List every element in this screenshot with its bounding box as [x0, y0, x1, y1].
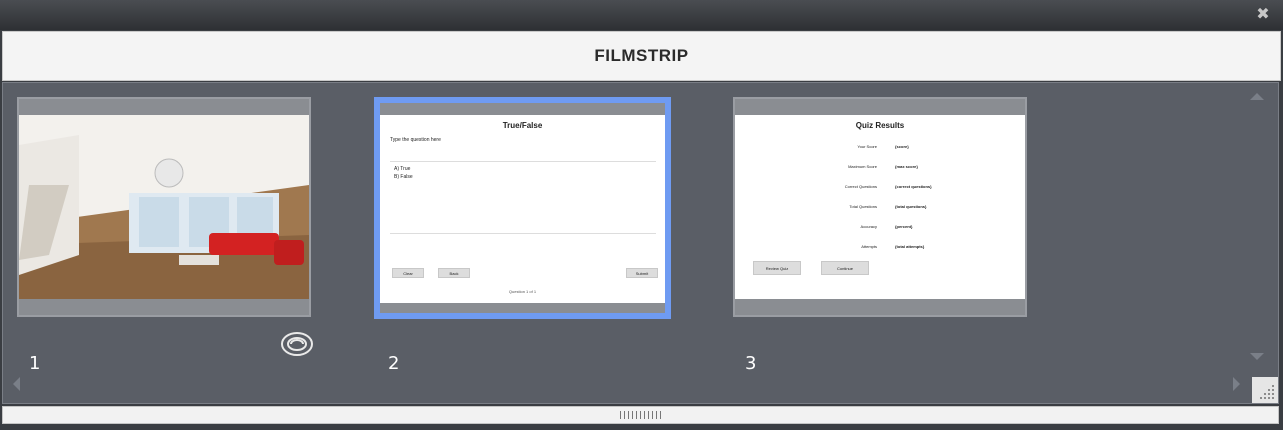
result-label: Total Questions: [849, 204, 877, 209]
filmstrip-panel: 1 True/False Type the question here A) T…: [2, 82, 1279, 404]
slide-thumbnail-selected[interactable]: True/False Type the question here A) Tru…: [374, 97, 671, 319]
result-value: {percent}: [895, 224, 913, 229]
result-value: {max score}: [895, 164, 918, 169]
room-photo: [19, 115, 309, 299]
clear-button: Clear: [392, 268, 424, 278]
result-label: Accuracy: [860, 224, 877, 229]
filmstrip-header: FILMSTRIP: [2, 31, 1281, 81]
scroll-left-icon[interactable]: [13, 377, 20, 391]
resize-grip-icon[interactable]: [1252, 377, 1278, 403]
result-value: {total questions}: [895, 204, 927, 209]
quiz-prompt: Type the question here: [390, 137, 441, 143]
slide-bottom-bar: [380, 303, 665, 313]
camera-cycle-icon[interactable]: [279, 331, 315, 357]
result-label: Correct Questions: [844, 184, 877, 189]
slide-thumbnail[interactable]: [17, 97, 311, 317]
slide-number: 1: [29, 353, 41, 374]
scroll-down-icon[interactable]: [1250, 353, 1264, 360]
result-value: {score}: [895, 144, 909, 149]
close-icon[interactable]: ✖: [1255, 6, 1271, 22]
back-button: Back: [438, 268, 470, 278]
result-label: Attempts: [861, 244, 877, 249]
slide-top-bar: [735, 99, 1025, 115]
divider: [390, 161, 656, 162]
drag-handle-icon[interactable]: [620, 411, 664, 419]
question-counter: Question 1 of 1: [508, 289, 537, 294]
scroll-right-icon[interactable]: [1233, 377, 1240, 391]
slide-number: 2: [388, 353, 400, 374]
panel-resize-bar: [2, 406, 1279, 424]
slide-thumbnail[interactable]: Quiz Results Your Score {score} Maximum …: [733, 97, 1027, 317]
option-false: B) False: [394, 174, 413, 180]
results-title: Quiz Results: [855, 121, 905, 130]
submit-button: Submit: [626, 268, 658, 278]
panel-title: FILMSTRIP: [594, 46, 689, 65]
result-value: {total attempts}: [895, 244, 925, 249]
option-true: A) True: [394, 166, 411, 172]
continue-button: Continue: [821, 261, 869, 275]
slide-bottom-bar: [735, 299, 1025, 315]
result-value: {correct questions}: [895, 184, 932, 189]
title-bar: ✖: [0, 0, 1283, 30]
scroll-up-icon[interactable]: [1250, 93, 1264, 100]
review-quiz-button: Review Quiz: [753, 261, 801, 275]
divider: [390, 233, 656, 234]
slide-number: 3: [745, 353, 757, 374]
slide-top-bar: [380, 103, 665, 115]
quiz-title: True/False: [502, 121, 543, 130]
result-label: Maximum Score: [848, 164, 877, 169]
result-label: Your Score: [857, 144, 877, 149]
